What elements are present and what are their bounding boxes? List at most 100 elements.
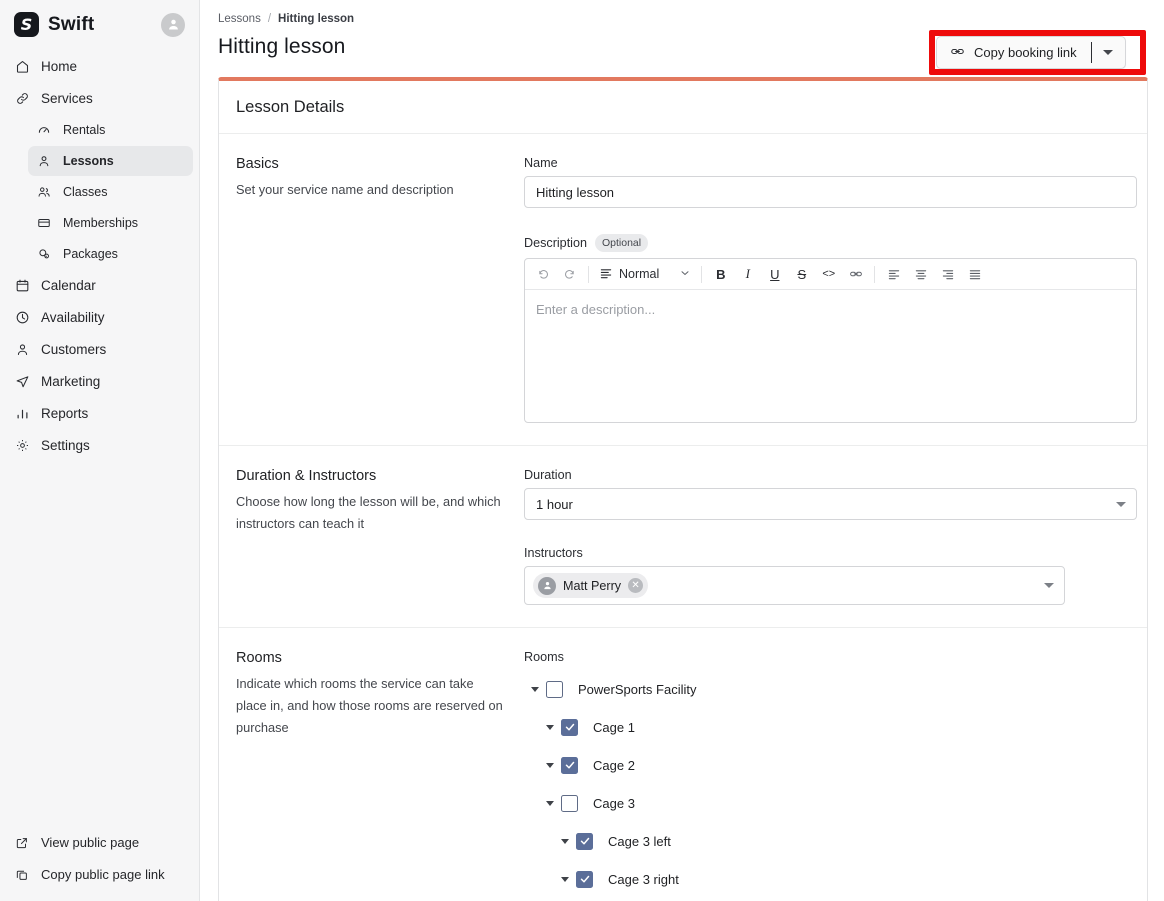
room-checkbox[interactable] <box>561 756 578 774</box>
italic-button[interactable]: I <box>734 262 761 286</box>
rooms-label: Rooms <box>524 650 564 664</box>
sidebar-item-label: Lessons <box>63 154 114 168</box>
room-label: Cage 1 <box>593 719 635 735</box>
breadcrumb-current: Hitting lesson <box>278 13 355 25</box>
chevron-down-icon[interactable] <box>539 724 561 730</box>
sidebar-item-services[interactable]: Services <box>6 83 193 114</box>
align-right-icon[interactable] <box>934 262 961 286</box>
breadcrumb-separator: / <box>267 13 272 25</box>
user-avatar[interactable] <box>161 12 185 37</box>
name-input[interactable] <box>524 176 1137 208</box>
underline-button[interactable]: U <box>761 262 788 286</box>
section-description: Choose how long the lesson will be, and … <box>236 494 501 531</box>
sidebar-item-rentals[interactable]: Rentals <box>28 115 193 145</box>
toolbar-separator <box>874 265 876 283</box>
room-checkbox[interactable] <box>546 680 563 698</box>
table-row[interactable]: Cage 3 <box>524 784 1130 822</box>
room-checkbox[interactable] <box>576 832 593 850</box>
sidebar-item-packages[interactable]: Packages <box>28 239 193 269</box>
sidebar-item-calendar[interactable]: Calendar <box>6 270 193 301</box>
description-textarea[interactable]: Enter a description... <box>525 290 1136 422</box>
sidebar-footer-label: View public page <box>41 835 140 850</box>
instructor-chip-label: Matt Perry <box>563 578 622 593</box>
table-row[interactable]: PowerSports Facility <box>524 670 1130 708</box>
calendar-icon <box>14 278 30 294</box>
sidebar-item-label: Packages <box>63 247 118 261</box>
duration-label: Duration <box>524 468 572 482</box>
room-checkbox[interactable] <box>561 794 578 812</box>
section-description: Set your service name and description <box>236 182 454 197</box>
copy-booking-link-dropdown-toggle[interactable] <box>1092 37 1125 68</box>
sidebar-item-label: Calendar <box>41 278 96 293</box>
sidebar-item-lessons[interactable]: Lessons <box>28 146 193 176</box>
code-button[interactable]: <> <box>815 262 842 286</box>
chevron-down-icon <box>1103 50 1114 55</box>
chevron-down-icon[interactable] <box>524 686 546 692</box>
table-row[interactable]: Cage 2 <box>524 746 1130 784</box>
section-title: Basics <box>236 156 279 172</box>
view-public-page-button[interactable]: View public page <box>6 827 193 858</box>
editor-toolbar: Normal B I U S <> <box>525 259 1136 290</box>
chevron-down-icon <box>679 267 691 282</box>
person-icon <box>36 153 52 169</box>
instructors-label: Instructors <box>524 546 583 560</box>
align-left-icon[interactable] <box>880 262 907 286</box>
align-center-icon[interactable] <box>907 262 934 286</box>
sidebar-item-availability[interactable]: Availability <box>6 302 193 333</box>
sidebar-item-reports[interactable]: Reports <box>6 398 193 429</box>
description-editor[interactable]: Normal B I U S <> Enter a description... <box>524 258 1137 423</box>
chevron-down-icon[interactable] <box>539 762 561 768</box>
swift-logo-icon: S <box>14 12 39 37</box>
link-icon[interactable] <box>842 262 869 286</box>
duration-value: 1 hour <box>536 496 573 512</box>
toolbar-separator <box>701 265 703 283</box>
description-label-row: Description Optional <box>524 234 1137 252</box>
app-root: S Swift Home Services Rentals Lessons Cl… <box>0 0 1164 901</box>
chevron-down-icon <box>1116 501 1126 507</box>
format-dropdown[interactable]: Normal <box>594 262 696 286</box>
sidebar-item-settings[interactable]: Settings <box>6 430 193 461</box>
card-title: Lesson Details <box>219 81 1147 134</box>
brand[interactable]: S Swift <box>14 12 94 37</box>
room-checkbox[interactable] <box>561 718 578 736</box>
sidebar-item-marketing[interactable]: Marketing <box>6 366 193 397</box>
copy-booking-link-button[interactable]: Copy booking link <box>937 37 1091 68</box>
table-row[interactable]: Cage 3 left <box>524 822 1130 860</box>
name-label: Name <box>524 156 558 170</box>
check-icon <box>565 723 574 731</box>
rooms-tree: PowerSports Facility Cage 1 Cage 2 Cage … <box>524 670 1130 898</box>
close-icon[interactable]: ✕ <box>628 578 644 593</box>
redo-icon[interactable] <box>556 262 583 286</box>
table-row[interactable]: Cage 3 right <box>524 860 1130 898</box>
room-checkbox[interactable] <box>576 870 593 888</box>
home-icon <box>14 59 30 75</box>
section-rooms: Rooms Indicate which rooms the service c… <box>219 628 1147 901</box>
section-basics: Basics Set your service name and descrip… <box>219 134 1147 446</box>
strikethrough-button[interactable]: S <box>788 262 815 286</box>
name-field-block: Name <box>524 156 1137 208</box>
section-basics-right: Name Description Optional <box>524 156 1137 423</box>
breadcrumb-lessons[interactable]: Lessons <box>218 13 261 25</box>
sidebar-footer-label: Copy public page link <box>41 867 165 882</box>
sidebar-item-label: Availability <box>41 310 105 325</box>
copy-public-page-link-button[interactable]: Copy public page link <box>6 859 193 890</box>
sidebar-item-customers[interactable]: Customers <box>6 334 193 365</box>
chevron-down-icon[interactable] <box>539 800 561 806</box>
sidebar-item-memberships[interactable]: Memberships <box>28 208 193 238</box>
description-field-block: Description Optional Normal B I U S <> E… <box>524 234 1137 423</box>
undo-icon[interactable] <box>529 262 556 286</box>
duration-select[interactable]: 1 hour <box>524 488 1137 520</box>
chevron-down-icon[interactable] <box>554 876 576 882</box>
sidebar-item-label: Marketing <box>41 374 101 389</box>
sidebar-item-classes[interactable]: Classes <box>28 177 193 207</box>
table-row[interactable]: Cage 1 <box>524 708 1130 746</box>
instructor-chip[interactable]: Matt Perry ✕ <box>533 573 649 598</box>
instructors-multiselect[interactable]: Matt Perry ✕ <box>524 566 1065 605</box>
copy-booking-link-split-button[interactable]: Copy booking link <box>936 36 1126 69</box>
description-label: Description <box>524 236 587 250</box>
align-justify-icon[interactable] <box>961 262 988 286</box>
sidebar-item-home[interactable]: Home <box>6 51 193 82</box>
bold-button[interactable]: B <box>707 262 734 286</box>
chevron-down-icon[interactable] <box>554 838 576 844</box>
section-description: Indicate which rooms the service can tak… <box>236 676 503 735</box>
